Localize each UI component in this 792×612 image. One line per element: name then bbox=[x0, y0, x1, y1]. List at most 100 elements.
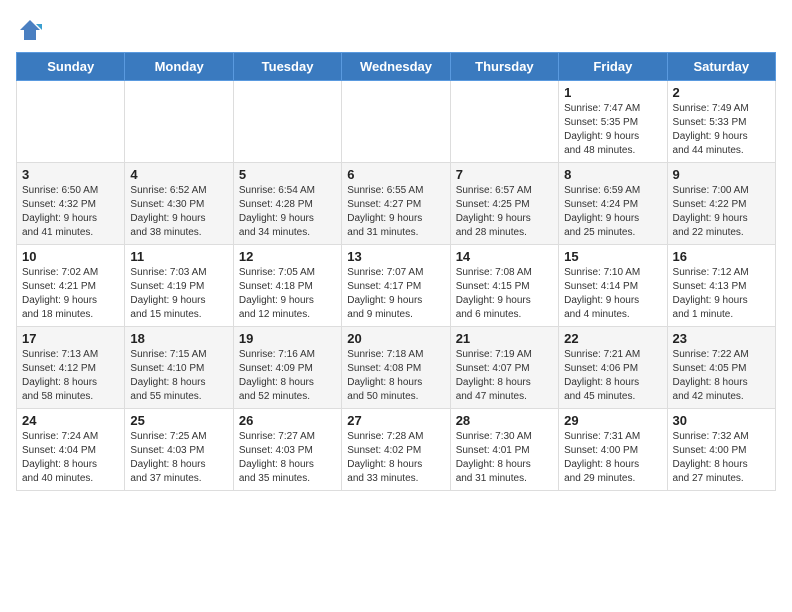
day-number: 4 bbox=[130, 167, 227, 182]
calendar-cell: 9 Sunrise: 7:00 AM Sunset: 4:22 PM Daylig… bbox=[667, 163, 775, 245]
calendar-cell: 13 Sunrise: 7:07 AM Sunset: 4:17 PM Dayli… bbox=[342, 245, 450, 327]
day-number: 29 bbox=[564, 413, 661, 428]
day-info: Sunrise: 7:28 AM Sunset: 4:02 PM Dayligh… bbox=[347, 430, 444, 486]
day-info: Sunrise: 7:05 AM Sunset: 4:18 PM Dayligh… bbox=[239, 266, 336, 322]
page-header bbox=[16, 16, 776, 44]
calendar-cell: 22 Sunrise: 7:21 AM Sunset: 4:06 PM Dayli… bbox=[559, 327, 667, 409]
calendar-cell bbox=[450, 81, 558, 163]
calendar-cell: 11 Sunrise: 7:03 AM Sunset: 4:19 PM Dayli… bbox=[125, 245, 233, 327]
calendar-week-row: 10Sunrise: 7:02 AM Sunset: 4:21 PM Dayli… bbox=[17, 245, 776, 327]
calendar-cell: 24Sunrise: 7:24 AM Sunset: 4:04 PM Dayli… bbox=[17, 409, 125, 491]
calendar-cell: 1Sunrise: 7:47 AM Sunset: 5:35 PM Daylig… bbox=[559, 81, 667, 163]
calendar-week-row: 3 Sunrise: 6:50 AM Sunset: 4:32 PM Daylig… bbox=[17, 163, 776, 245]
day-info: Sunrise: 7:08 AM Sunset: 4:15 PM Dayligh… bbox=[456, 266, 553, 322]
day-info: Sunrise: 7:12 AM Sunset: 4:13 PM Dayligh… bbox=[673, 266, 770, 322]
calendar-cell: 19Sunrise: 7:16 AM Sunset: 4:09 PM Dayli… bbox=[233, 327, 341, 409]
day-number: 26 bbox=[239, 413, 336, 428]
day-number: 27 bbox=[347, 413, 444, 428]
day-info: Sunrise: 7:10 AM Sunset: 4:14 PM Dayligh… bbox=[564, 266, 661, 322]
calendar-cell bbox=[125, 81, 233, 163]
day-number: 9 bbox=[673, 167, 770, 182]
day-info: Sunrise: 7:07 AM Sunset: 4:17 PM Dayligh… bbox=[347, 266, 444, 322]
calendar-cell: 12 Sunrise: 7:05 AM Sunset: 4:18 PM Dayli… bbox=[233, 245, 341, 327]
weekday-row: SundayMondayTuesdayWednesdayThursdayFrid… bbox=[17, 53, 776, 81]
day-number: 22 bbox=[564, 331, 661, 346]
weekday-header: Saturday bbox=[667, 53, 775, 81]
calendar-cell: 30 Sunrise: 7:32 AM Sunset: 4:00 PM Dayli… bbox=[667, 409, 775, 491]
calendar-cell: 21 Sunrise: 7:19 AM Sunset: 4:07 PM Dayli… bbox=[450, 327, 558, 409]
weekday-header: Thursday bbox=[450, 53, 558, 81]
calendar-cell bbox=[342, 81, 450, 163]
day-info: Sunrise: 6:50 AM Sunset: 4:32 PM Dayligh… bbox=[22, 184, 119, 240]
calendar-cell: 4 Sunrise: 6:52 AM Sunset: 4:30 PM Daylig… bbox=[125, 163, 233, 245]
calendar-cell bbox=[233, 81, 341, 163]
calendar-header: SundayMondayTuesdayWednesdayThursdayFrid… bbox=[17, 53, 776, 81]
weekday-header: Tuesday bbox=[233, 53, 341, 81]
day-info: Sunrise: 6:55 AM Sunset: 4:27 PM Dayligh… bbox=[347, 184, 444, 240]
day-info: Sunrise: 7:00 AM Sunset: 4:22 PM Dayligh… bbox=[673, 184, 770, 240]
calendar-cell: 18 Sunrise: 7:15 AM Sunset: 4:10 PM Dayli… bbox=[125, 327, 233, 409]
day-number: 18 bbox=[130, 331, 227, 346]
calendar-cell: 6 Sunrise: 6:55 AM Sunset: 4:27 PM Daylig… bbox=[342, 163, 450, 245]
day-number: 12 bbox=[239, 249, 336, 264]
calendar-cell: 16 Sunrise: 7:12 AM Sunset: 4:13 PM Dayli… bbox=[667, 245, 775, 327]
day-number: 8 bbox=[564, 167, 661, 182]
day-number: 25 bbox=[130, 413, 227, 428]
calendar-cell: 28Sunrise: 7:30 AM Sunset: 4:01 PM Dayli… bbox=[450, 409, 558, 491]
day-number: 16 bbox=[673, 249, 770, 264]
day-info: Sunrise: 6:52 AM Sunset: 4:30 PM Dayligh… bbox=[130, 184, 227, 240]
weekday-header: Wednesday bbox=[342, 53, 450, 81]
calendar-cell: 14 Sunrise: 7:08 AM Sunset: 4:15 PM Dayli… bbox=[450, 245, 558, 327]
calendar-cell: 3 Sunrise: 6:50 AM Sunset: 4:32 PM Daylig… bbox=[17, 163, 125, 245]
day-number: 15 bbox=[564, 249, 661, 264]
calendar-cell: 15 Sunrise: 7:10 AM Sunset: 4:14 PM Dayli… bbox=[559, 245, 667, 327]
day-number: 21 bbox=[456, 331, 553, 346]
logo-icon bbox=[16, 16, 44, 44]
day-number: 14 bbox=[456, 249, 553, 264]
calendar-body: 1Sunrise: 7:47 AM Sunset: 5:35 PM Daylig… bbox=[17, 81, 776, 491]
day-number: 2 bbox=[673, 85, 770, 100]
day-info: Sunrise: 6:59 AM Sunset: 4:24 PM Dayligh… bbox=[564, 184, 661, 240]
day-info: Sunrise: 6:57 AM Sunset: 4:25 PM Dayligh… bbox=[456, 184, 553, 240]
weekday-header: Friday bbox=[559, 53, 667, 81]
calendar-cell: 5 Sunrise: 6:54 AM Sunset: 4:28 PM Daylig… bbox=[233, 163, 341, 245]
calendar-cell: 20 Sunrise: 7:18 AM Sunset: 4:08 PM Dayli… bbox=[342, 327, 450, 409]
day-info: Sunrise: 7:49 AM Sunset: 5:33 PM Dayligh… bbox=[673, 102, 770, 158]
day-info: Sunrise: 7:19 AM Sunset: 4:07 PM Dayligh… bbox=[456, 348, 553, 404]
day-info: Sunrise: 7:31 AM Sunset: 4:00 PM Dayligh… bbox=[564, 430, 661, 486]
day-number: 23 bbox=[673, 331, 770, 346]
calendar-cell: 17Sunrise: 7:13 AM Sunset: 4:12 PM Dayli… bbox=[17, 327, 125, 409]
day-info: Sunrise: 7:24 AM Sunset: 4:04 PM Dayligh… bbox=[22, 430, 119, 486]
calendar-week-row: 17Sunrise: 7:13 AM Sunset: 4:12 PM Dayli… bbox=[17, 327, 776, 409]
day-number: 19 bbox=[239, 331, 336, 346]
calendar-cell bbox=[17, 81, 125, 163]
calendar-cell: 26Sunrise: 7:27 AM Sunset: 4:03 PM Dayli… bbox=[233, 409, 341, 491]
day-info: Sunrise: 7:18 AM Sunset: 4:08 PM Dayligh… bbox=[347, 348, 444, 404]
calendar-cell: 8 Sunrise: 6:59 AM Sunset: 4:24 PM Daylig… bbox=[559, 163, 667, 245]
day-number: 7 bbox=[456, 167, 553, 182]
calendar-cell: 7 Sunrise: 6:57 AM Sunset: 4:25 PM Daylig… bbox=[450, 163, 558, 245]
day-info: Sunrise: 7:32 AM Sunset: 4:00 PM Dayligh… bbox=[673, 430, 770, 486]
day-number: 17 bbox=[22, 331, 119, 346]
day-number: 3 bbox=[22, 167, 119, 182]
day-number: 5 bbox=[239, 167, 336, 182]
day-number: 30 bbox=[673, 413, 770, 428]
calendar-week-row: 24Sunrise: 7:24 AM Sunset: 4:04 PM Dayli… bbox=[17, 409, 776, 491]
day-number: 11 bbox=[130, 249, 227, 264]
day-info: Sunrise: 7:03 AM Sunset: 4:19 PM Dayligh… bbox=[130, 266, 227, 322]
day-info: Sunrise: 7:21 AM Sunset: 4:06 PM Dayligh… bbox=[564, 348, 661, 404]
day-number: 28 bbox=[456, 413, 553, 428]
weekday-header: Sunday bbox=[17, 53, 125, 81]
day-number: 6 bbox=[347, 167, 444, 182]
day-info: Sunrise: 7:15 AM Sunset: 4:10 PM Dayligh… bbox=[130, 348, 227, 404]
day-number: 20 bbox=[347, 331, 444, 346]
day-number: 13 bbox=[347, 249, 444, 264]
day-info: Sunrise: 7:22 AM Sunset: 4:05 PM Dayligh… bbox=[673, 348, 770, 404]
calendar-cell: 27 Sunrise: 7:28 AM Sunset: 4:02 PM Dayli… bbox=[342, 409, 450, 491]
calendar-cell: 25Sunrise: 7:25 AM Sunset: 4:03 PM Dayli… bbox=[125, 409, 233, 491]
calendar-week-row: 1Sunrise: 7:47 AM Sunset: 5:35 PM Daylig… bbox=[17, 81, 776, 163]
calendar-cell: 29 Sunrise: 7:31 AM Sunset: 4:00 PM Dayli… bbox=[559, 409, 667, 491]
day-number: 10 bbox=[22, 249, 119, 264]
calendar-cell: 2 Sunrise: 7:49 AM Sunset: 5:33 PM Daylig… bbox=[667, 81, 775, 163]
day-info: Sunrise: 6:54 AM Sunset: 4:28 PM Dayligh… bbox=[239, 184, 336, 240]
